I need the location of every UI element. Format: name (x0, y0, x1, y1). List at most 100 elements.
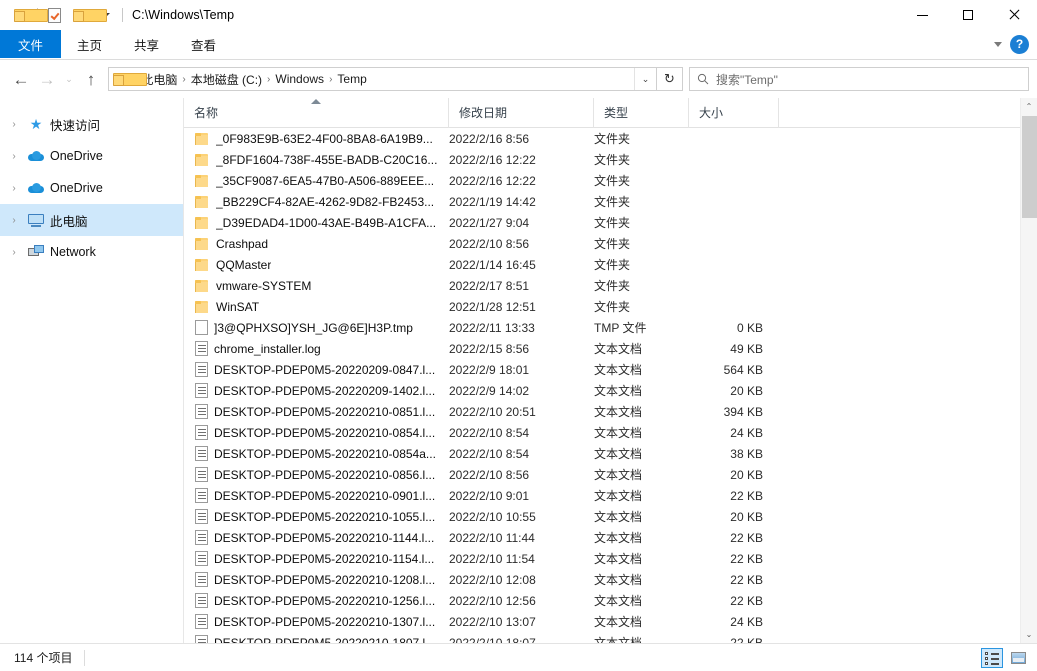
chevron-right-icon[interactable]: › (6, 151, 22, 162)
table-row[interactable]: DESKTOP-PDEP0M5-20220210-0851.l...2022/2… (184, 401, 1037, 422)
table-row[interactable]: DESKTOP-PDEP0M5-20220210-0901.l...2022/2… (184, 485, 1037, 506)
table-row[interactable]: DESKTOP-PDEP0M5-20220210-1807.l...2022/2… (184, 632, 1037, 643)
back-button[interactable]: ← (8, 66, 34, 92)
cell-name: DESKTOP-PDEP0M5-20220210-1307.l... (184, 614, 449, 629)
table-row[interactable]: _35CF9087-6EA5-47B0-A506-889EEE...2022/2… (184, 170, 1037, 191)
table-row[interactable]: DESKTOP-PDEP0M5-20220210-0854.l...2022/2… (184, 422, 1037, 443)
file-list[interactable]: _0F983E9B-63E2-4F00-8BA8-6A19B9...2022/2… (184, 128, 1037, 643)
chevron-right-icon[interactable]: › (6, 247, 22, 258)
file-name: _8FDF1604-738F-455E-BADB-C20C16... (216, 153, 437, 167)
address-dropdown-icon[interactable]: ⌄ (634, 68, 656, 90)
recent-locations-button[interactable]: ⌄ (60, 66, 78, 92)
sidebar-item-onedrive-1[interactable]: › OneDrive (0, 140, 183, 172)
table-row[interactable]: DESKTOP-PDEP0M5-20220210-1307.l...2022/2… (184, 611, 1037, 632)
column-header-type[interactable]: 类型 (594, 98, 689, 128)
large-icons-view-icon (1011, 652, 1026, 664)
chevron-right-icon[interactable]: › (6, 215, 22, 226)
chevron-right-icon[interactable]: › (6, 119, 22, 130)
table-row[interactable]: DESKTOP-PDEP0M5-20220210-1144.l...2022/2… (184, 527, 1037, 548)
file-name: DESKTOP-PDEP0M5-20220210-0851.l... (214, 405, 435, 419)
table-row[interactable]: _0F983E9B-63E2-4F00-8BA8-6A19B9...2022/2… (184, 128, 1037, 149)
refresh-button[interactable]: ↻ (657, 67, 683, 91)
cell-name: DESKTOP-PDEP0M5-20220210-0854a... (184, 446, 449, 461)
cell-type: 文本文档 (594, 571, 689, 588)
forward-button[interactable]: → (34, 66, 60, 92)
table-row[interactable]: DESKTOP-PDEP0M5-20220210-1055.l...2022/2… (184, 506, 1037, 527)
large-icons-view-button[interactable] (1007, 648, 1029, 668)
cell-date: 2022/2/11 13:33 (449, 321, 594, 335)
cell-name: Crashpad (184, 237, 449, 251)
chevron-right-icon[interactable]: › (6, 183, 22, 194)
search-icon (690, 73, 716, 85)
file-name: DESKTOP-PDEP0M5-20220210-1154.l... (214, 552, 434, 566)
folder-icon (194, 300, 210, 314)
breadcrumb-item-2[interactable]: Windows (272, 72, 327, 86)
column-header-label: 类型 (604, 104, 628, 121)
file-name: WinSAT (216, 300, 259, 314)
table-row[interactable]: DESKTOP-PDEP0M5-20220210-1154.l...2022/2… (184, 548, 1037, 569)
column-header-size[interactable]: 大小 (689, 98, 779, 128)
table-row[interactable]: Crashpad2022/2/10 8:56文件夹 (184, 233, 1037, 254)
close-button[interactable] (991, 0, 1037, 30)
tab-file[interactable]: 文件 (0, 30, 61, 58)
folder-icon (194, 153, 210, 167)
column-header-name[interactable]: 名称 (184, 98, 449, 128)
table-row[interactable]: WinSAT2022/1/28 12:51文件夹 (184, 296, 1037, 317)
cell-name: DESKTOP-PDEP0M5-20220210-0851.l... (184, 404, 449, 419)
new-folder-icon[interactable] (67, 3, 93, 27)
table-row[interactable]: QQMaster2022/1/14 16:45文件夹 (184, 254, 1037, 275)
text-document-icon (195, 488, 208, 503)
help-icon[interactable]: ? (1010, 35, 1029, 54)
tab-home[interactable]: 主页 (61, 30, 118, 58)
table-row[interactable]: _8FDF1604-738F-455E-BADB-C20C16... 2022/2… (184, 149, 1037, 170)
folder-icon (194, 216, 210, 230)
column-header-date[interactable]: 修改日期 (449, 98, 594, 128)
address-field[interactable]: › 此电脑 › 本地磁盘 (C:) › Windows › Temp ⌄ (108, 67, 657, 91)
sidebar-item-network[interactable]: › Network (0, 236, 183, 268)
tab-share[interactable]: 共享 (118, 30, 175, 58)
folder-icon (194, 132, 210, 146)
maximize-button[interactable] (945, 0, 991, 30)
new-folder-glyph (73, 9, 88, 22)
text-document-icon (195, 467, 208, 482)
table-row[interactable]: DESKTOP-PDEP0M5-20220210-1208.l...2022/2… (184, 569, 1037, 590)
table-row[interactable]: _BB229CF4-82AE-4262-9D82-FB2453...2022/1… (184, 191, 1037, 212)
table-row[interactable]: chrome_installer.log2022/2/15 8:56文本文档49… (184, 338, 1037, 359)
cloud-icon (26, 151, 46, 161)
cell-type: 文件夹 (594, 277, 689, 294)
table-row[interactable]: DESKTOP-PDEP0M5-20220210-0856.l...2022/2… (184, 464, 1037, 485)
file-name: _BB229CF4-82AE-4262-9D82-FB2453... (216, 195, 434, 209)
cell-date: 2022/2/16 12:22 (449, 153, 594, 167)
breadcrumb-item-1[interactable]: 本地磁盘 (C:) (188, 71, 265, 88)
minimize-button[interactable] (899, 0, 945, 30)
scrollbar-thumb[interactable] (1022, 116, 1037, 218)
scroll-up-button[interactable]: ⌃ (1021, 98, 1037, 115)
table-row[interactable]: _D39EDAD4-1D00-43AE-B49B-A1CFA...2022/1/… (184, 212, 1037, 233)
sidebar-item-onedrive-2[interactable]: › OneDrive (0, 172, 183, 204)
table-row[interactable]: DESKTOP-PDEP0M5-20220209-1402.l...2022/2… (184, 380, 1037, 401)
up-icon: ↑ (87, 71, 96, 88)
cell-type: 文件夹 (594, 193, 689, 210)
sidebar-item-this-pc[interactable]: › 此电脑 (0, 204, 183, 236)
chevron-down-icon[interactable] (994, 42, 1002, 47)
details-view-button[interactable] (981, 648, 1003, 668)
file-name: _35CF9087-6EA5-47B0-A506-889EEE... (216, 174, 434, 188)
vertical-scrollbar[interactable]: ⌃ ⌄ (1020, 98, 1037, 643)
search-box[interactable]: 搜索"Temp" (689, 67, 1029, 91)
breadcrumb-item-3[interactable]: Temp (334, 72, 369, 86)
cell-date: 2022/2/10 13:07 (449, 615, 594, 629)
column-header-label: 修改日期 (459, 104, 507, 121)
minimize-icon (917, 15, 928, 16)
table-row[interactable]: DESKTOP-PDEP0M5-20220210-0854a...2022/2/… (184, 443, 1037, 464)
scroll-down-button[interactable]: ⌄ (1021, 626, 1037, 643)
table-row[interactable]: DESKTOP-PDEP0M5-20220210-1256.l...2022/2… (184, 590, 1037, 611)
sidebar-item-quick-access[interactable]: › ★ 快速访问 (0, 108, 183, 140)
column-header-label: 大小 (699, 104, 723, 121)
up-button[interactable]: ↑ (78, 66, 104, 92)
cell-type: 文件夹 (594, 298, 689, 315)
table-row[interactable]: ]3@QPHXSO]YSH_JG@6E]H3P.tmp2022/2/11 13:… (184, 317, 1037, 338)
table-row[interactable]: vmware-SYSTEM2022/2/17 8:51文件夹 (184, 275, 1037, 296)
tab-view[interactable]: 查看 (175, 30, 232, 58)
folder-icon[interactable] (8, 3, 34, 27)
table-row[interactable]: DESKTOP-PDEP0M5-20220209-0847.l...2022/2… (184, 359, 1037, 380)
